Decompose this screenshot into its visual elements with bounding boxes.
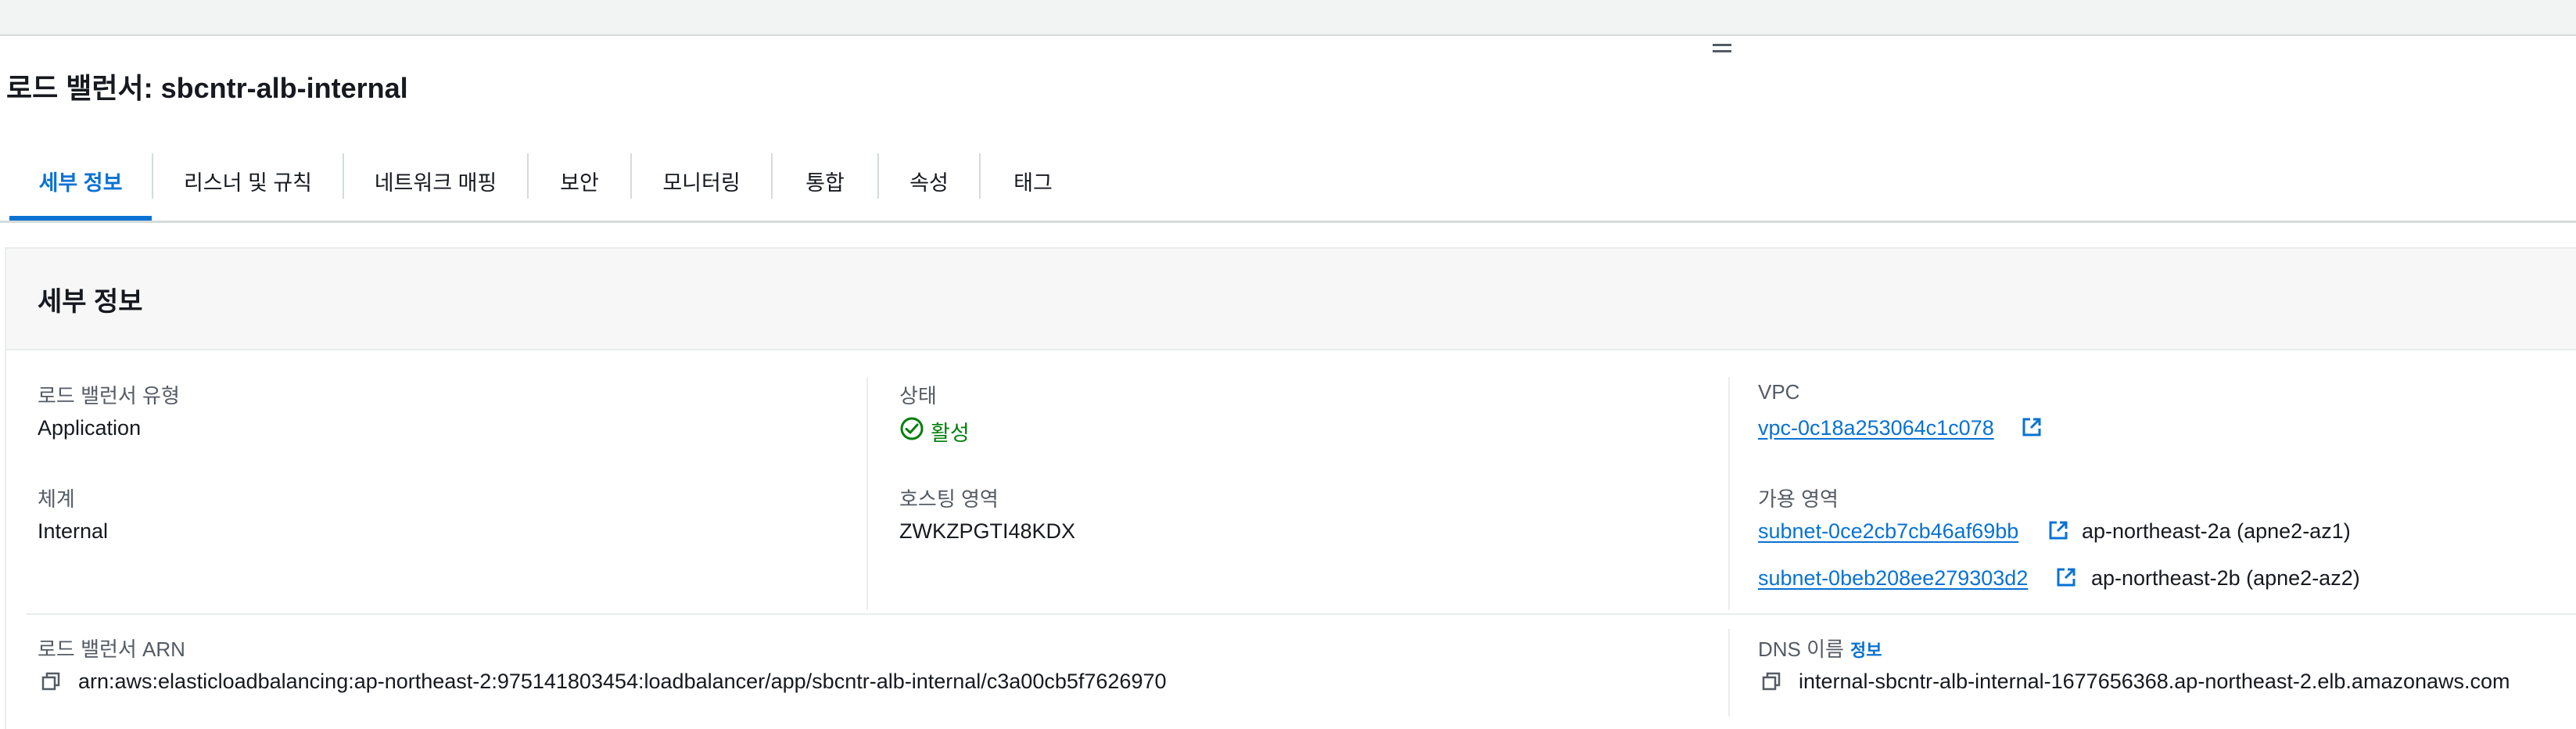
- page-title: 로드 밸런서: sbcntr-alb-internal: [6, 72, 408, 104]
- lb-type-label: 로드 밸런서 유형: [38, 384, 180, 408]
- subnet-link[interactable]: subnet-0ce2cb7cb46af69bb: [1758, 519, 2018, 544]
- top-bar: [0, 0, 2576, 36]
- scheme-label: 체계: [38, 487, 75, 511]
- hosted-zone-value: ZWKZPGTI48KDX: [899, 519, 1076, 543]
- vpc-label: VPC: [1758, 380, 1800, 404]
- tab-bar: 세부 정보 리스너 및 규칙 네트워크 매핑 보안 모니터링 통합 속성 태그: [0, 145, 2576, 223]
- drag-handle-icon[interactable]: [1713, 42, 1736, 59]
- scheme-value: Internal: [38, 519, 109, 543]
- active-tab-indicator: [9, 216, 152, 221]
- subnet-zone: ap-northeast-2b (apne2-az2): [2091, 566, 2360, 590]
- status-value: 활성: [931, 422, 970, 445]
- column-divider: [1728, 629, 1730, 716]
- dns-info-link[interactable]: 정보: [1850, 637, 1882, 662]
- lb-type-value: Application: [38, 416, 142, 440]
- tab-listeners-rules[interactable]: 리스너 및 규칙: [153, 161, 343, 205]
- dns-label: DNS 이름: [1758, 637, 1844, 661]
- vpc-link[interactable]: vpc-0c18a253064c1c078: [1758, 416, 1994, 440]
- external-link-icon[interactable]: [2021, 416, 2043, 438]
- row-divider: [27, 613, 2576, 615]
- tab-network-mapping[interactable]: 네트워크 매핑: [344, 161, 527, 205]
- column-divider: [1728, 377, 1730, 610]
- external-link-icon[interactable]: [2055, 566, 2077, 588]
- status-label: 상태: [899, 384, 937, 408]
- copy-icon[interactable]: [1761, 671, 1781, 691]
- arn-value: arn:aws:elasticloadbalancing:ap-northeas…: [78, 670, 1167, 693]
- tab-security[interactable]: 보안: [529, 161, 630, 205]
- external-link-icon[interactable]: [2047, 519, 2069, 541]
- tab-attributes[interactable]: 속성: [879, 161, 979, 205]
- tab-integration[interactable]: 통합: [773, 161, 877, 205]
- tab-tags[interactable]: 태그: [981, 161, 1085, 205]
- subnet-link[interactable]: subnet-0beb208ee279303d2: [1758, 566, 2028, 591]
- check-circle-icon: [900, 417, 924, 440]
- column-divider: [866, 377, 868, 610]
- subnet-zone: ap-northeast-2a (apne2-az1): [2082, 519, 2351, 543]
- hosted-zone-label: 호스팅 영역: [899, 487, 999, 511]
- details-section-title: 세부 정보: [38, 287, 143, 317]
- arn-label: 로드 밸런서 ARN: [38, 637, 185, 661]
- az-label: 가용 영역: [1758, 487, 1839, 511]
- dns-value: internal-sbcntr-alb-internal-1677656368.…: [1799, 670, 2510, 693]
- details-panel-header: 세부 정보: [6, 249, 2576, 350]
- details-panel: 세부 정보 로드 밸런서 유형 Application 체계 Internal …: [5, 247, 2576, 729]
- copy-icon[interactable]: [41, 671, 61, 691]
- tab-details[interactable]: 세부 정보: [9, 161, 152, 205]
- tab-monitoring[interactable]: 모니터링: [632, 161, 771, 205]
